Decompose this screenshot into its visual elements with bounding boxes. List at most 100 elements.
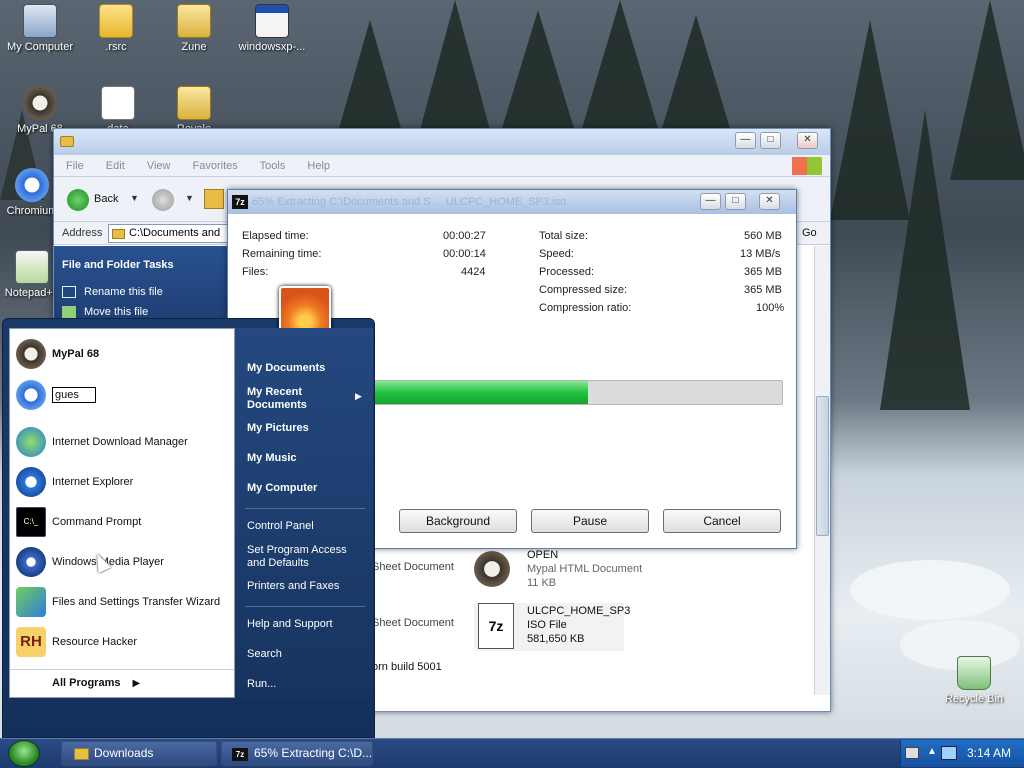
keyboard-icon[interactable] [905,747,919,759]
chevron-down-icon[interactable]: ▼ [130,193,139,203]
windows-flag-icon [792,157,822,175]
start-item-ie[interactable]: Internet Explorer [16,467,133,497]
clock[interactable]: 3:14 AM [967,746,1011,760]
start-item-chromium[interactable]: gues [16,380,96,410]
start-right-help[interactable]: Help and Support [247,618,333,631]
start-right-my-music[interactable]: My Music [247,452,297,465]
start-item-resource-hacker[interactable]: RH Resource Hacker [16,627,137,657]
dialog-title-bar[interactable]: 7z 65% Extracting C:\Documents and S ...… [228,190,796,214]
address-value: C:\Documents and [129,227,221,239]
desktop-icon-recycle-bin[interactable]: Recycle Bin [936,656,1012,705]
menu-edit[interactable]: Edit [106,160,125,172]
files-value: 4424 [461,266,486,278]
back-label[interactable]: Back [94,193,118,205]
menu-view[interactable]: View [147,160,171,172]
start-right-printers[interactable]: Printers and Faxes [247,580,339,593]
start-right-run[interactable]: Run... [247,678,276,691]
file-item-iso[interactable]: 7z ULCPC_HOME_SP3 ISO File 581,650 KB [474,603,630,651]
file-item[interactable]: Sheet Document [372,561,454,573]
elapsed-value: 00:00:27 [443,230,486,242]
back-arrow-icon[interactable] [67,189,89,211]
minimize-button[interactable]: — [700,193,721,210]
mypal-raccoon-icon [474,551,510,587]
7zip-icon: 7z [232,748,248,761]
maximize-button[interactable]: □ [760,132,781,149]
pause-button[interactable]: Pause [531,509,649,533]
desktop-icon-windowsxp[interactable]: windowsxp-... [234,4,310,53]
zip-folder-icon [177,86,211,120]
start-right-my-documents[interactable]: My Documents [247,362,325,375]
go-button[interactable]: Go [802,227,817,239]
desktop-icon-label: Notepad++ [4,287,60,299]
address-label: Address [62,227,103,239]
start-right-my-recent-documents[interactable]: My Recent Documents [247,386,327,412]
menu-separator [245,508,365,509]
speed-value: 13 MB/s [740,248,781,260]
folder-icon [112,229,125,239]
folder-icon [99,4,133,38]
desktop-icon-zune[interactable]: Zune [156,4,232,53]
processed-value: 365 MB [744,266,782,278]
all-programs-button[interactable]: All Programs ▶ [52,677,140,689]
menu-file[interactable]: File [66,160,84,172]
up-folder-icon[interactable] [204,189,224,209]
remaining-value: 00:00:14 [443,248,486,260]
start-right-control-panel[interactable]: Control Panel [247,520,314,533]
close-button[interactable]: ✕ [797,132,818,149]
cancel-button[interactable]: Cancel [663,509,781,533]
start-right-program-access[interactable]: Set Program Access and Defaults [247,544,359,570]
desktop-icon-label: My Computer [6,41,74,53]
network-icon[interactable] [941,746,957,760]
minimize-button[interactable]: — [735,132,756,149]
start-item-wmp[interactable]: Windows Media Player [16,547,164,577]
recycle-bin-icon [957,656,991,690]
start-right-my-computer[interactable]: My Computer [247,482,317,495]
tasks-title: File and Folder Tasks [62,259,174,271]
start-item-cmd[interactable]: C:\_ Command Prompt [16,507,141,537]
maximize-button[interactable]: □ [725,193,746,210]
task-move[interactable]: Move this file [62,306,148,318]
desktop-icon-label: Recycle Bin [944,693,1004,705]
chevron-down-icon[interactable]: ▼ [185,193,194,203]
menu-bar: File Edit View Favorites Tools Help [54,155,830,177]
idm-icon [16,427,46,457]
explorer-title-bar[interactable]: — □ ✕ [54,129,830,155]
files-label: Files: [242,266,269,278]
taskbar-downloads[interactable]: Downloads [61,741,217,766]
menu-tools[interactable]: Tools [260,160,286,172]
rename-input[interactable]: gues [52,387,96,403]
desktop-icon-label: .rsrc [105,41,127,53]
taskbar-extracting[interactable]: 7z 65% Extracting C:\D... [221,741,373,766]
desktop-icon-rsrc[interactable]: .rsrc [78,4,154,53]
computer-icon [23,4,57,38]
start-right-search[interactable]: Search [247,648,282,661]
forward-arrow-icon[interactable] [152,189,174,211]
arrow-right-icon: ▶ [355,391,362,401]
background-button[interactable]: Background [399,509,517,533]
window-file-icon [255,4,289,38]
remaining-label: Remaining time: [242,248,322,260]
start-item-idm[interactable]: Internet Download Manager [16,427,188,457]
start-right-my-pictures[interactable]: My Pictures [247,422,309,435]
menu-separator [245,606,365,607]
file-item[interactable]: Sheet Document [372,617,454,629]
all-programs-separator [10,669,234,670]
start-item-transfer-wizard[interactable]: Files and Settings Transfer Wizard [16,587,220,617]
menu-help[interactable]: Help [307,160,330,172]
notepadpp-icon [15,250,49,284]
vertical-scrollbar[interactable] [814,246,830,695]
start-button[interactable] [8,740,40,767]
arrow-right-icon: ▶ [132,677,141,689]
file-item-open[interactable]: OPEN Mypal HTML Document 11 KB [474,549,654,593]
desktop-icon-my-computer[interactable]: My Computer [2,4,78,53]
chromium-icon [15,168,49,202]
address-input[interactable]: C:\Documents and [108,224,228,243]
start-item-mypal[interactable]: MyPal 68 [16,339,99,369]
transfer-wizard-icon [16,587,46,617]
scrollbar-thumb[interactable] [816,396,829,536]
task-rename[interactable]: Rename this file [62,286,163,298]
command-prompt-icon: C:\_ [16,507,46,537]
chevron-up-icon[interactable]: ▲ [927,746,937,757]
close-button[interactable]: ✕ [759,193,780,210]
menu-favorites[interactable]: Favorites [193,160,238,172]
